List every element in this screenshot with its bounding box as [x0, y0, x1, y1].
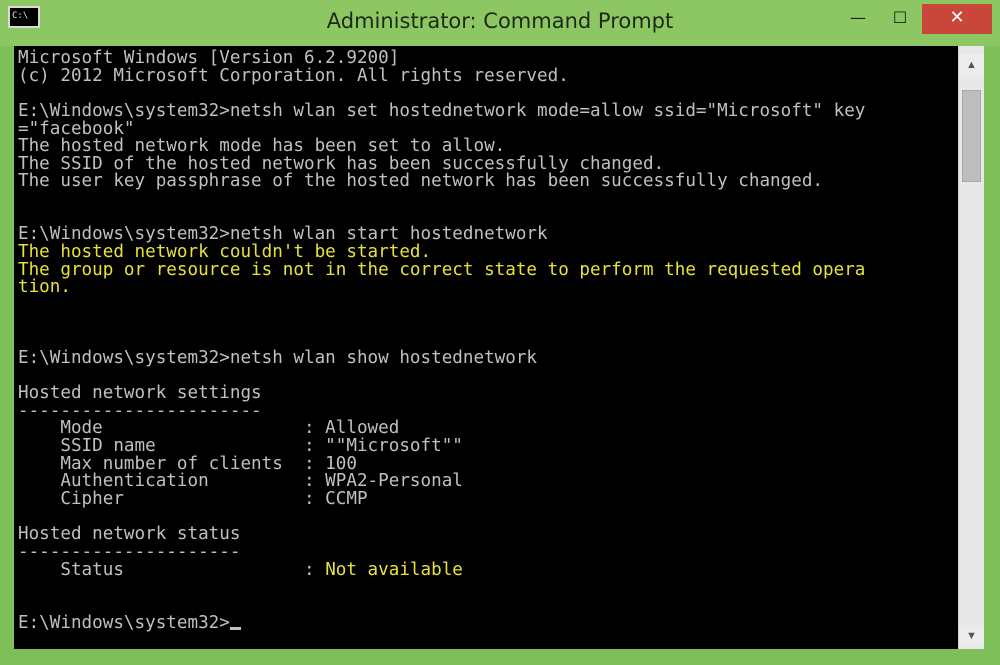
console-line: (c) 2012 Microsoft Corporation. All righ… — [18, 65, 958, 86]
console-line: Cipher : CCMP — [18, 489, 958, 510]
console-line: E:\Windows\system32>netsh wlan show host… — [18, 347, 958, 368]
title-bar[interactable]: C:\ Administrator: Command Prompt — ☐ ✕ — [0, 0, 1000, 46]
console-line: E:\Windows\system32>netsh wlan set hoste… — [18, 100, 958, 121]
console-line-text: The group or resource is not in the corr… — [18, 259, 866, 280]
console-line: The user key passphrase of the hosted ne… — [18, 173, 958, 191]
console-text: Microsoft Windows [Version 6.2.9200] (c) … — [14, 46, 958, 632]
console-line: E:\Windows\system32> — [18, 612, 958, 633]
console-output[interactable]: Microsoft Windows [Version 6.2.9200] (c) … — [14, 46, 958, 649]
vertical-scrollbar[interactable]: ▲ ▼ — [958, 46, 984, 649]
console-line-text: Status : — [18, 559, 326, 580]
console-line: tion. — [18, 279, 958, 297]
scroll-up-icon[interactable]: ▲ — [959, 54, 984, 76]
status-value: Not available — [325, 559, 463, 580]
console-line-text: Cipher : CCMP — [18, 489, 368, 510]
console-line: Status : Not available — [18, 559, 958, 580]
minimize-button[interactable]: — — [838, 4, 878, 34]
maximize-button[interactable]: ☐ — [880, 4, 920, 34]
console-line-text: E:\Windows\system32>netsh wlan show host… — [18, 347, 538, 368]
console-line-text: tion. — [18, 277, 71, 298]
scroll-down-icon[interactable]: ▼ — [959, 625, 984, 647]
command-prompt-window: C:\ Administrator: Command Prompt — ☐ ✕ … — [0, 0, 1000, 665]
console-line-text: E:\Windows\system32> — [18, 612, 230, 633]
console-line-text: (c) 2012 Microsoft Corporation. All righ… — [18, 65, 569, 86]
window-frame-bottom — [0, 649, 1000, 665]
console-line-text: E:\Windows\system32>netsh wlan set hoste… — [18, 100, 866, 121]
console-line: The group or resource is not in the corr… — [18, 259, 958, 280]
scrollbar-thumb[interactable] — [962, 90, 981, 182]
text-cursor — [229, 626, 241, 630]
console-line-text: The user key passphrase of the hosted ne… — [18, 171, 824, 192]
close-button[interactable]: ✕ — [922, 4, 992, 34]
window-frame-right — [984, 46, 1000, 665]
